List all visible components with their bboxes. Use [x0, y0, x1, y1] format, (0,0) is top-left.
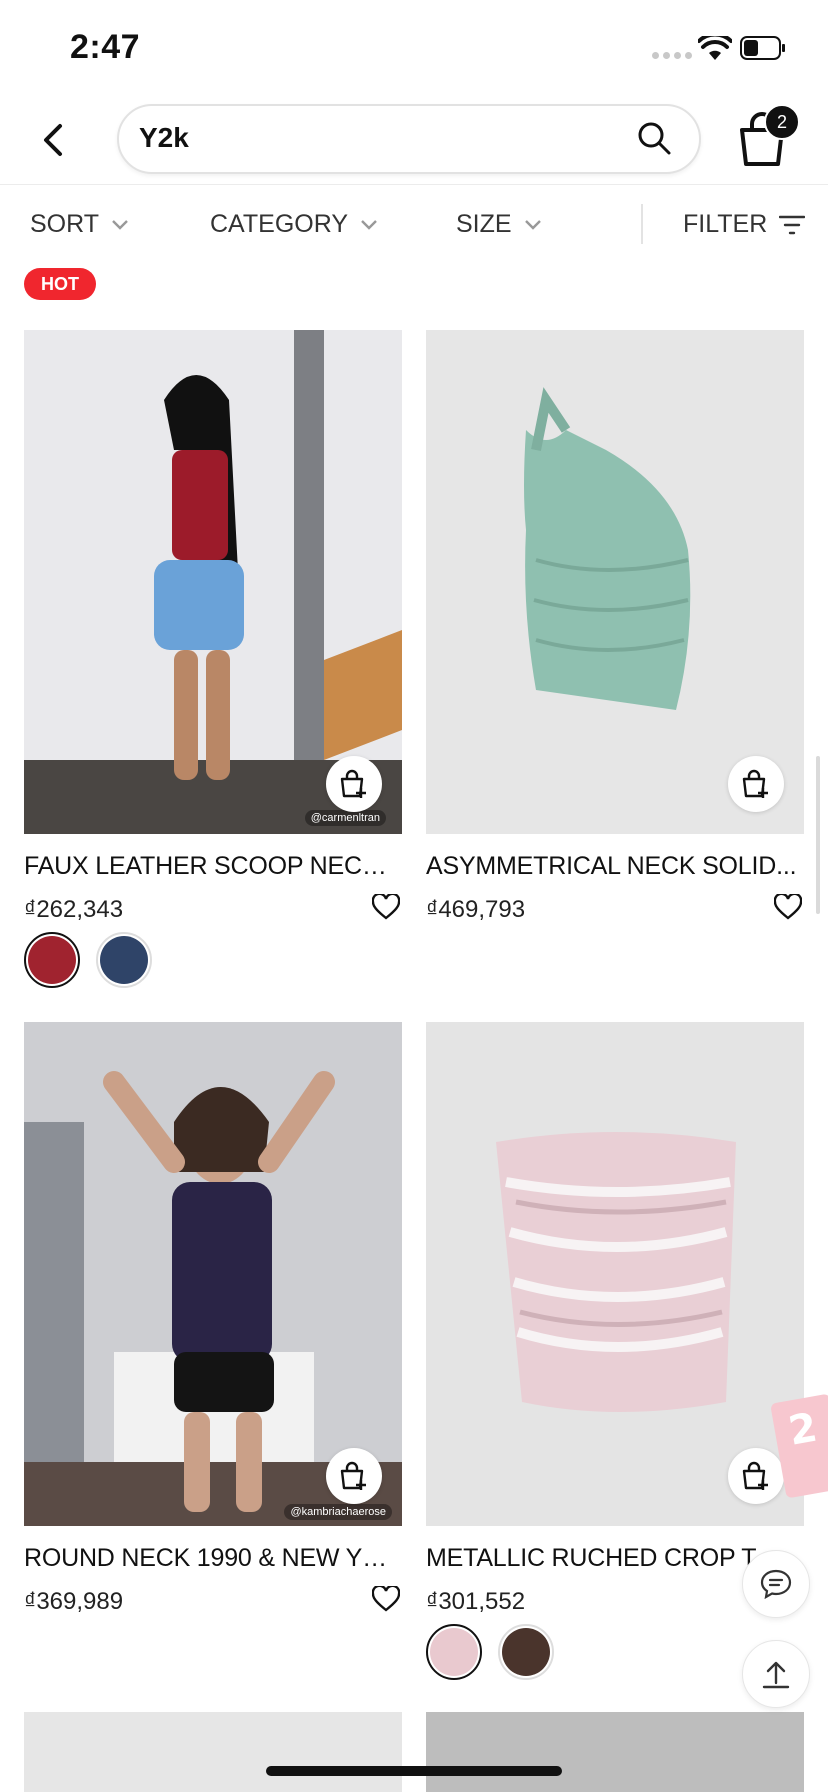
- search-query[interactable]: Y2k: [139, 122, 189, 154]
- color-swatch[interactable]: [426, 1624, 482, 1680]
- search-input[interactable]: [117, 104, 701, 174]
- scrollbar[interactable]: [816, 756, 820, 914]
- hot-badge: HOT: [24, 268, 96, 300]
- category-dropdown[interactable]: CATEGORY: [210, 210, 378, 239]
- size-label: SIZE: [456, 210, 512, 238]
- product-price: ₫369,989: [24, 1588, 124, 1615]
- cellular-signal-icon: [652, 52, 692, 59]
- scroll-to-top-icon: [762, 1661, 790, 1689]
- sort-dropdown[interactable]: SORT: [30, 210, 129, 239]
- back-button[interactable]: [30, 112, 76, 168]
- battery-icon: [740, 36, 785, 60]
- filter-lines-icon: [779, 215, 806, 234]
- swatch-color-burgundy: [28, 936, 76, 984]
- product-image[interactable]: @kambriachaerose: [24, 1022, 402, 1526]
- add-to-bag-button[interactable]: [326, 1448, 382, 1504]
- size-dropdown[interactable]: SIZE: [456, 210, 542, 239]
- add-to-bag-button[interactable]: [728, 756, 784, 812]
- chat-icon: [760, 1569, 792, 1599]
- product-price: ₫469,793: [426, 896, 526, 923]
- filter-button[interactable]: FILTER: [683, 210, 806, 239]
- color-swatch[interactable]: [498, 1624, 554, 1680]
- add-to-bag-button[interactable]: [728, 1448, 784, 1504]
- product-price: ₫301,552: [426, 1588, 526, 1615]
- filter-divider: [641, 204, 643, 244]
- home-indicator[interactable]: [266, 1766, 562, 1776]
- product-image[interactable]: [426, 1022, 804, 1526]
- chevron-down-icon: [112, 219, 128, 230]
- scroll-to-top-button[interactable]: [742, 1640, 810, 1708]
- add-to-bag-icon: [742, 1461, 768, 1490]
- creator-watermark: @carmenltran: [304, 810, 386, 826]
- heart-icon[interactable]: [372, 1586, 400, 1612]
- chat-button[interactable]: [742, 1550, 810, 1618]
- cart-count-badge: 2: [764, 104, 800, 140]
- heart-icon[interactable]: [372, 894, 400, 920]
- status-time: 2:47: [70, 28, 141, 66]
- sort-label: SORT: [30, 210, 99, 238]
- swatch-color-pink-metallic: [430, 1628, 478, 1676]
- heart-icon[interactable]: [774, 894, 802, 920]
- product-title[interactable]: METALLIC RUCHED CROP TUB...: [426, 1544, 796, 1573]
- chevron-down-icon: [524, 219, 541, 230]
- add-to-bag-button[interactable]: [326, 756, 382, 812]
- product-price: ₫262,343: [24, 896, 124, 923]
- header-divider: [0, 184, 828, 185]
- creator-watermark: @kambriachaerose: [284, 1504, 392, 1520]
- color-swatch[interactable]: [96, 932, 152, 988]
- product-title[interactable]: ROUND NECK 1990 & NEW YO...: [24, 1544, 400, 1573]
- add-to-bag-icon: [340, 1461, 366, 1490]
- add-to-bag-icon: [742, 769, 768, 798]
- color-swatch[interactable]: [24, 932, 80, 988]
- wifi-icon: [698, 36, 732, 60]
- filter-label: FILTER: [683, 210, 768, 238]
- product-title[interactable]: FAUX LEATHER SCOOP NECKLI...: [24, 852, 400, 881]
- swatch-color-navy: [100, 936, 148, 984]
- swatch-color-brown-metallic: [502, 1628, 550, 1676]
- product-title[interactable]: ASYMMETRICAL NECK SOLID...: [426, 852, 802, 881]
- chevron-down-icon: [361, 219, 377, 230]
- search-icon[interactable]: [636, 120, 672, 156]
- product-image[interactable]: @carmenltran: [24, 330, 402, 834]
- add-to-bag-icon: [340, 769, 366, 798]
- category-label: CATEGORY: [210, 210, 348, 238]
- product-image[interactable]: [426, 330, 804, 834]
- product-image-partial[interactable]: [24, 1712, 402, 1792]
- product-image-partial[interactable]: [426, 1712, 804, 1792]
